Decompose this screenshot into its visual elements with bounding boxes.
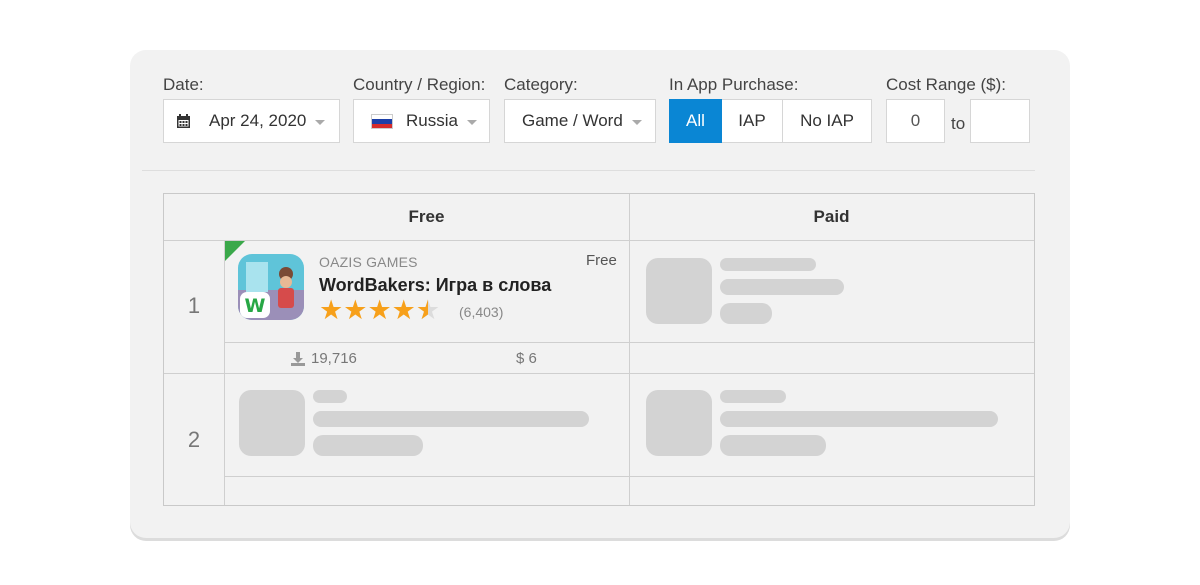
col-divider (629, 194, 630, 505)
cost-range-label: Cost Range ($): (886, 75, 1006, 94)
date-label: Date: (163, 75, 204, 94)
iap-label: In App Purchase: (669, 75, 799, 94)
download-icon (291, 351, 305, 366)
rank-number: 1 (187, 293, 201, 318)
category-label: Category: (504, 75, 578, 94)
loading-placeholder (313, 390, 347, 403)
loading-placeholder (720, 435, 826, 456)
downloads-value: 19,716 (311, 350, 357, 367)
date-picker[interactable]: Apr 24, 2020 (163, 99, 340, 143)
row-divider (164, 373, 1034, 374)
country-value: Russia (406, 111, 458, 130)
category-select[interactable]: Game / Word (504, 99, 656, 143)
app-title[interactable]: WordBakers: Игра в слова (319, 275, 551, 296)
svg-text:W: W (245, 295, 266, 317)
loading-placeholder (720, 279, 844, 295)
divider (142, 170, 1035, 171)
app-developer: OAZIS GAMES (319, 254, 418, 270)
rating-count: (6,403) (459, 304, 504, 320)
app-icon[interactable]: W (238, 254, 304, 320)
loading-placeholder (720, 303, 772, 324)
app-price: Free (586, 252, 617, 269)
cost-min-input[interactable]: 0 (886, 99, 945, 143)
star-icon: ★ (391, 295, 416, 325)
loading-placeholder (720, 411, 998, 427)
revenue-value: $ 6 (516, 350, 537, 367)
loading-placeholder (720, 390, 786, 403)
rating-stars: ★ ★ ★ ★ ★★ (319, 297, 440, 324)
date-value: Apr 24, 2020 (209, 111, 307, 130)
cost-to-label: to (951, 114, 966, 133)
category-value: Game / Word (522, 111, 623, 130)
iap-option-all[interactable]: All (669, 99, 722, 143)
wordbakers-app-icon: W (238, 254, 304, 320)
iap-option-iap[interactable]: IAP (722, 99, 783, 143)
star-icon: ★ (367, 295, 392, 325)
chevron-down-icon (631, 119, 642, 125)
row-divider (164, 240, 1034, 241)
chevron-down-icon (466, 119, 477, 125)
star-icon: ★ (343, 295, 368, 325)
calendar-icon (177, 113, 190, 128)
loading-placeholder (720, 258, 816, 271)
half-star-icon: ★★ (415, 295, 441, 325)
col-divider (224, 240, 225, 505)
rankings-table: Free Paid 1 2 W OAZIS GAMES Free WordBak… (163, 193, 1035, 506)
loading-placeholder (313, 411, 589, 427)
column-header-free: Free (408, 207, 445, 226)
downloads: 19,716 (291, 350, 357, 367)
loading-placeholder (313, 435, 423, 456)
country-select[interactable]: Russia (353, 99, 490, 143)
iap-toggle: All IAP No IAP (669, 99, 872, 143)
top-charts-panel: Date: Apr 24, 2020 Country / Region: Rus… (130, 50, 1070, 538)
country-label: Country / Region: (353, 75, 486, 94)
loading-placeholder (646, 258, 712, 324)
column-header-paid: Paid (813, 207, 850, 226)
rank-number: 2 (187, 427, 201, 452)
loading-placeholder (239, 390, 305, 456)
chevron-down-icon (315, 119, 326, 125)
russia-flag-icon (371, 113, 393, 129)
loading-placeholder (646, 390, 712, 456)
cost-max-input[interactable] (970, 99, 1030, 143)
iap-option-no-iap[interactable]: No IAP (783, 99, 872, 143)
star-icon: ★ (319, 295, 344, 325)
